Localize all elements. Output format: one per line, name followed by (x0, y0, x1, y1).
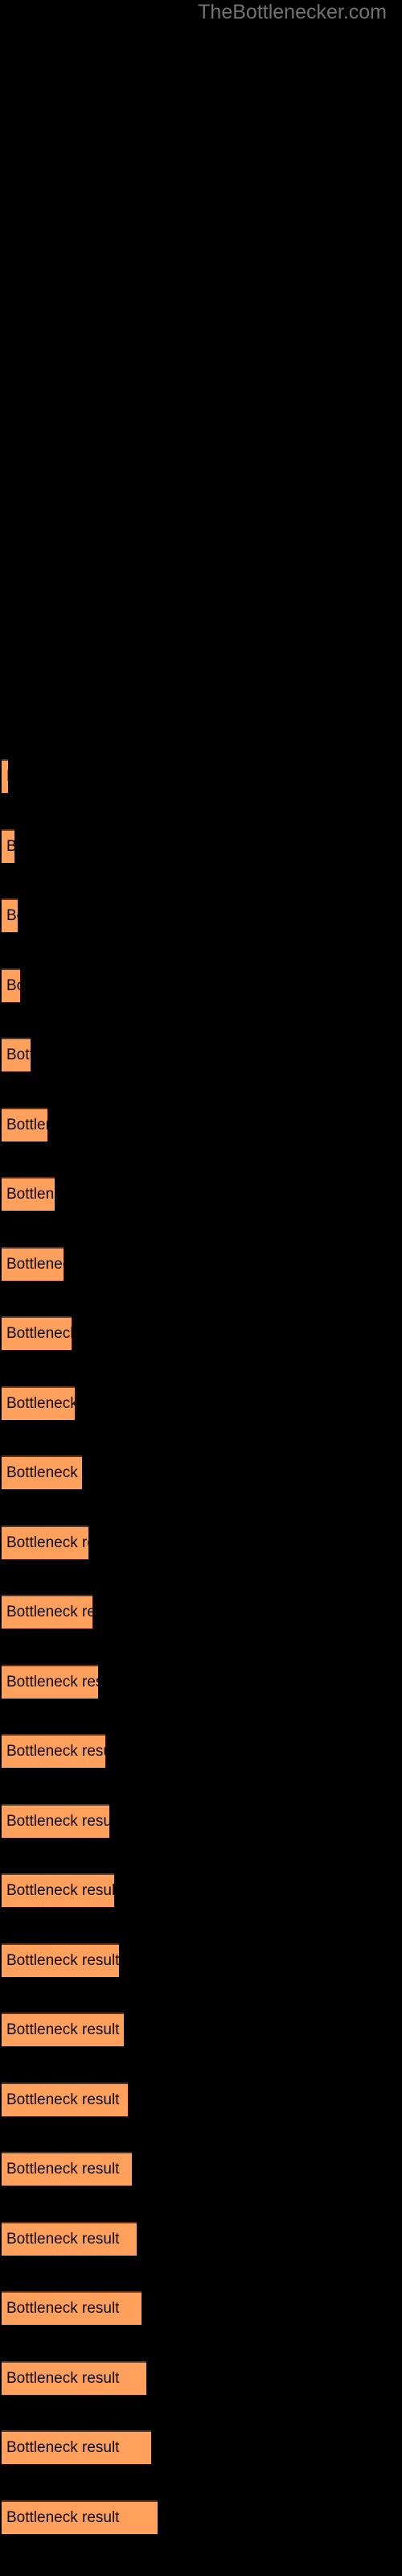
bar-label: Bottleneck result (6, 1673, 98, 1690)
bar-label: Bottleneck result (6, 2161, 120, 2178)
bar[interactable]: Bottleneck result (2, 2360, 146, 2395)
bar-label: Bottleneck result (6, 1464, 82, 1481)
bar-label: Bottleneck result (6, 1325, 72, 1342)
bar[interactable]: Bottleneck result (2, 1595, 92, 1629)
bar-label: Bottleneck result (6, 1743, 105, 1760)
bar-label: Bottleneck result (6, 2230, 120, 2248)
bar[interactable]: Bottleneck result (2, 2152, 132, 2186)
bar[interactable]: Bottleneck result (2, 2291, 142, 2325)
bar-label: Bottleneck result (6, 1116, 47, 1133)
bar[interactable]: Bottleneck result (2, 1385, 75, 1420)
bar[interactable]: Bottleneck result (2, 1803, 109, 1838)
bar-label: Bottleneck result (6, 2508, 120, 2526)
bar-label: Bottleneck result (6, 2300, 120, 2317)
bar[interactable]: Bottleneck result (2, 1734, 105, 1768)
bar-label: Bottleneck result (6, 2091, 120, 2108)
bar[interactable]: Bottleneck result (2, 1246, 64, 1281)
bar-label: Bottleneck result (6, 1186, 55, 1203)
bar-label: Bottleneck result (6, 1604, 92, 1620)
plot-area: Bottleneck result Bottleneck result Bottle… (0, 0, 402, 2576)
bar-label: Bottleneck result (6, 1394, 75, 1412)
bar[interactable]: Bottleneck result (2, 1873, 114, 1907)
bottleneck-bar-chart: TheBottlenecker.com Bottleneck resultBot… (0, 0, 402, 2576)
bar-label: Bottleneck result (6, 1534, 88, 1551)
bar-label: Bottleneck result (6, 838, 14, 856)
bar-label: Bottleneck result (6, 1255, 64, 1273)
bar[interactable]: Bottleneck result (2, 1107, 47, 1141)
bar[interactable]: Bottleneck result (2, 828, 14, 863)
bar-label: Bottleneck result (6, 907, 18, 924)
bar[interactable]: Bottleneck result (2, 1664, 98, 1699)
bar-label: Bottleneck result (6, 2021, 120, 2038)
bar[interactable]: Bottleneck result (2, 1177, 55, 1211)
bar[interactable]: Bottleneck result (2, 1455, 82, 1489)
bar[interactable]: Bottleneck result (2, 2430, 151, 2464)
bar[interactable]: Bottleneck result (2, 1942, 119, 1977)
bar[interactable]: Bottleneck result (2, 2221, 137, 2256)
bar-label: Bottleneck result (6, 1046, 31, 1063)
bar[interactable]: Bottleneck result (2, 968, 20, 1002)
bar[interactable]: Bottleneck result (2, 2082, 128, 2116)
bar-label: Bottleneck result (6, 2439, 120, 2456)
bar-label: Bottleneck result (6, 1812, 109, 1830)
bar[interactable]: Bottleneck result (2, 2500, 158, 2534)
bar-label: Bottleneck result (6, 1882, 114, 1899)
bar[interactable]: Bottleneck result (2, 759, 8, 793)
bar[interactable]: Bottleneck result (2, 898, 18, 932)
bar[interactable]: Bottleneck result (2, 1038, 31, 1071)
bar[interactable]: Bottleneck result (2, 2013, 124, 2046)
bar-label: Bottleneck result (6, 1951, 119, 1969)
bar[interactable]: Bottleneck result (2, 1316, 72, 1350)
bar-label: Bottleneck result (6, 2369, 120, 2387)
bar-label: Bottleneck result (6, 976, 20, 994)
bar-label: Bottleneck result (6, 768, 8, 786)
bar[interactable]: Bottleneck result (2, 1525, 88, 1559)
